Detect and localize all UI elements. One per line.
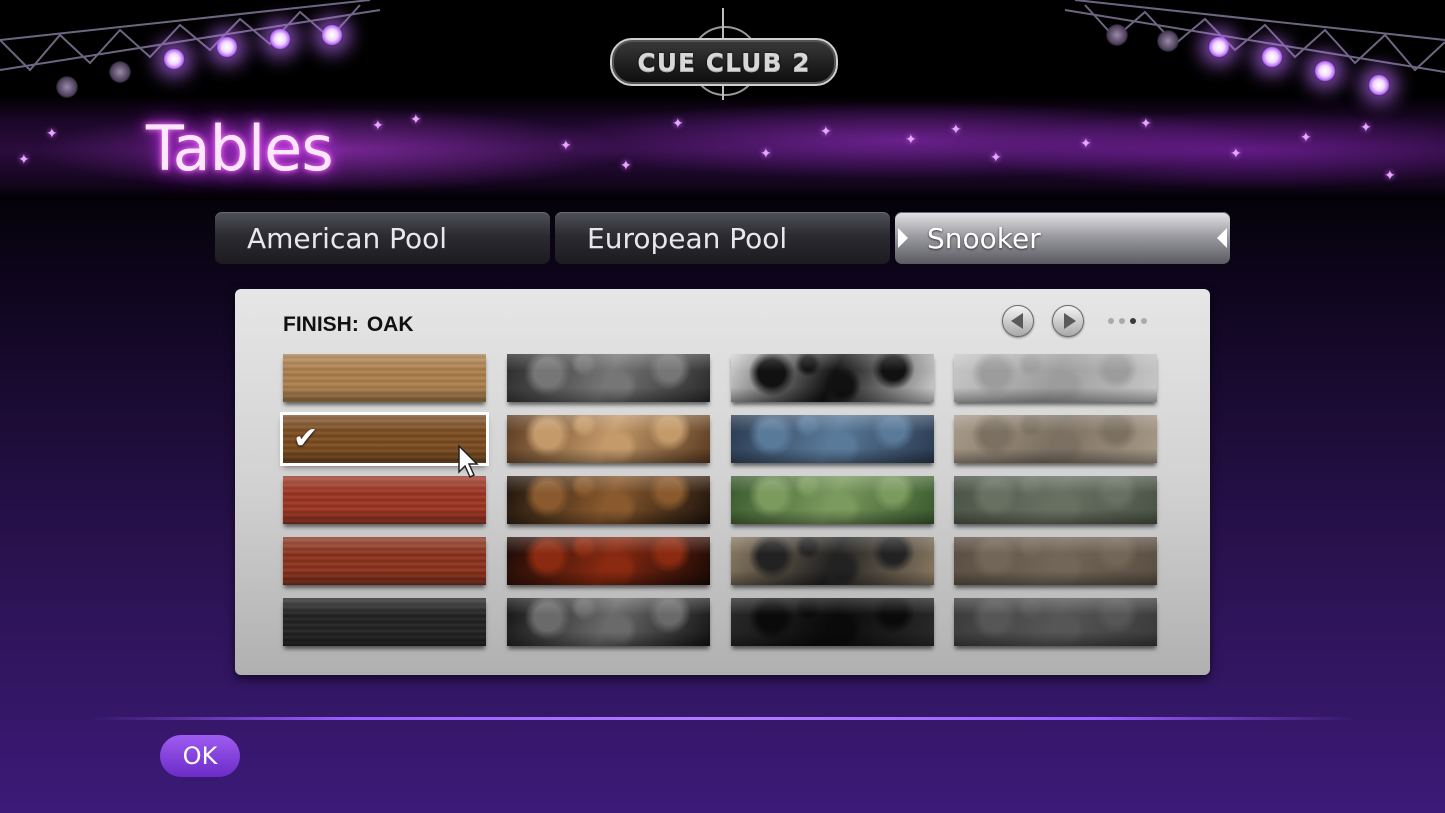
finish-swatch-blue-granite[interactable] xyxy=(731,415,934,463)
sparkle-icon: ✦ xyxy=(1384,167,1396,183)
sparkle-icon: ✦ xyxy=(18,151,30,167)
finish-swatch-light-wood[interactable] xyxy=(283,354,486,402)
tab-marker-right-icon xyxy=(1217,228,1227,248)
tab-snooker[interactable]: Snooker xyxy=(895,212,1230,264)
finish-readout: FINISH: OAK xyxy=(283,313,414,337)
sparkle-icon: ✦ xyxy=(760,145,772,161)
spotlight-icon xyxy=(216,36,238,58)
tab-label: Snooker xyxy=(927,221,1041,255)
finish-swatch-grey-green-marble[interactable] xyxy=(954,476,1157,524)
page-dot xyxy=(1108,318,1114,324)
logo-text: CUE CLUB 2 xyxy=(637,47,811,77)
spotlight-icon xyxy=(1157,30,1179,52)
spotlight-icon xyxy=(56,76,78,98)
tab-label: American Pool xyxy=(247,221,448,255)
finish-swatch-black-wood[interactable] xyxy=(283,598,486,646)
tab-american-pool[interactable]: American Pool xyxy=(215,212,550,264)
finish-swatch-black-granite[interactable] xyxy=(731,598,934,646)
next-page-button[interactable] xyxy=(1052,305,1084,337)
sparkle-icon: ✦ xyxy=(1360,119,1372,135)
finish-swatch-black-white-granite[interactable] xyxy=(731,354,934,402)
mouse-cursor-icon xyxy=(458,444,479,479)
finish-swatch-black-red-marble[interactable] xyxy=(507,537,710,585)
finish-selector-panel: FINISH: OAK ✔ xyxy=(235,289,1210,675)
page-title: Tables xyxy=(146,112,334,185)
sparkle-icon: ✦ xyxy=(46,125,58,141)
sparkle-icon: ✦ xyxy=(990,149,1002,165)
page-indicator xyxy=(1108,318,1147,324)
sparkle-icon: ✦ xyxy=(1140,115,1152,131)
ok-button[interactable]: OK xyxy=(160,735,240,777)
sparkle-icon: ✦ xyxy=(1080,135,1092,151)
selected-checkmark-icon: ✔ xyxy=(293,422,319,455)
sparkle-icon: ✦ xyxy=(620,157,632,173)
finish-swatch-beige-marble[interactable] xyxy=(954,415,1157,463)
sparkle-icon: ✦ xyxy=(372,117,384,133)
sparkle-icon: ✦ xyxy=(1300,129,1312,145)
finish-swatch-oak[interactable]: ✔ xyxy=(280,412,489,466)
sparkle-icon: ✦ xyxy=(950,121,962,137)
tab-european-pool[interactable]: European Pool xyxy=(555,212,890,264)
sparkle-icon: ✦ xyxy=(410,111,422,127)
spotlight-icon xyxy=(1106,24,1128,46)
sparkle-icon: ✦ xyxy=(905,131,917,147)
tab-marker-left-icon xyxy=(898,228,908,248)
page-dot xyxy=(1130,318,1136,324)
finish-swatch-red-wood[interactable] xyxy=(283,476,486,524)
spotlight-icon xyxy=(1261,46,1283,68)
finish-label: FINISH: xyxy=(283,313,359,336)
finish-value: OAK xyxy=(366,313,414,336)
sparkle-icon: ✦ xyxy=(820,123,832,139)
finish-swatch-charcoal-marble[interactable] xyxy=(954,598,1157,646)
finish-swatch-green-granite[interactable] xyxy=(731,476,934,524)
finish-swatch-black-grey-marble[interactable] xyxy=(507,598,710,646)
spotlight-icon xyxy=(1368,74,1390,96)
finish-swatch-mahogany[interactable] xyxy=(283,537,486,585)
finish-swatch-brown-gold-marble[interactable] xyxy=(507,415,710,463)
spotlight-icon xyxy=(109,61,131,83)
spotlight-icon xyxy=(163,48,185,70)
finish-swatch-light-grey-marble[interactable] xyxy=(954,354,1157,402)
game-logo: CUE CLUB 2 xyxy=(610,38,838,86)
spotlight-icon xyxy=(321,24,343,46)
footer-divider xyxy=(90,717,1355,720)
sparkle-icon: ✦ xyxy=(672,115,684,131)
ok-label: OK xyxy=(182,742,218,770)
spotlight-icon xyxy=(1314,60,1336,82)
finish-swatch-black-gold-marble[interactable] xyxy=(507,476,710,524)
spotlight-icon xyxy=(269,28,291,50)
tab-label: European Pool xyxy=(587,221,788,255)
sparkle-icon: ✦ xyxy=(560,137,572,153)
finish-swatch-taupe-marble[interactable] xyxy=(954,537,1157,585)
page-dot xyxy=(1141,318,1147,324)
sparkle-icon: ✦ xyxy=(1230,145,1242,161)
previous-page-button[interactable] xyxy=(1002,305,1034,337)
page-dot xyxy=(1119,318,1125,324)
finish-swatch-dark-marble[interactable] xyxy=(507,354,710,402)
finish-swatch-tan-granite[interactable] xyxy=(731,537,934,585)
spotlight-icon xyxy=(1208,36,1230,58)
